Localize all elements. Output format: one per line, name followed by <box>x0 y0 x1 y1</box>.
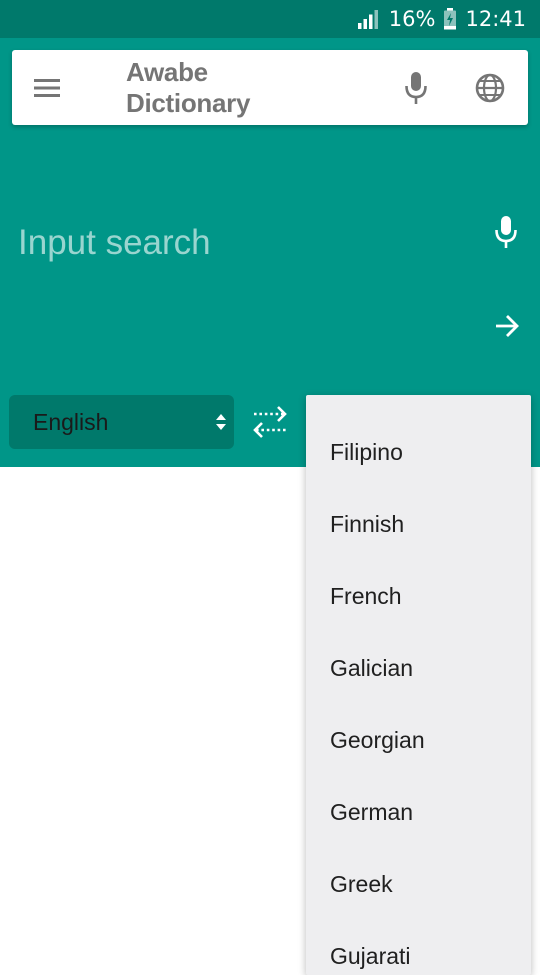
target-language-dropdown: Filipino Finnish French Galician Georgia… <box>306 395 531 975</box>
dropdown-option[interactable]: Greek <box>306 848 531 920</box>
app-title: Awabe Dictionary <box>126 56 251 118</box>
arrow-right-icon[interactable] <box>493 312 521 340</box>
status-indicators: 16% 12:41 <box>357 0 526 38</box>
status-bar: 16% 12:41 <box>0 0 540 38</box>
source-language-value: English <box>33 409 109 435</box>
voice-search-mic-icon[interactable] <box>492 212 520 252</box>
select-caret-icon <box>214 412 228 432</box>
search-input[interactable] <box>18 214 458 272</box>
app-toolbar: Awabe Dictionary <box>12 50 528 125</box>
signal-icon <box>357 9 381 29</box>
globe-icon[interactable] <box>474 72 506 104</box>
battery-charging-icon <box>443 8 457 30</box>
dropdown-option[interactable]: German <box>306 776 531 848</box>
menu-icon[interactable] <box>32 74 62 102</box>
battery-percent: 16% <box>388 7 436 31</box>
dropdown-option[interactable]: Galician <box>306 632 531 704</box>
dropdown-option[interactable]: Finnish <box>306 488 531 560</box>
dropdown-option[interactable]: Gujarati <box>306 920 531 975</box>
source-language-select[interactable]: English <box>9 395 234 449</box>
dropdown-option[interactable]: Georgian <box>306 704 531 776</box>
status-time: 12:41 <box>465 7 526 31</box>
swap-arrows-icon[interactable] <box>250 404 290 440</box>
dropdown-option[interactable]: Filipino <box>306 416 531 488</box>
dropdown-option[interactable]: French <box>306 560 531 632</box>
mic-icon[interactable] <box>400 68 432 108</box>
